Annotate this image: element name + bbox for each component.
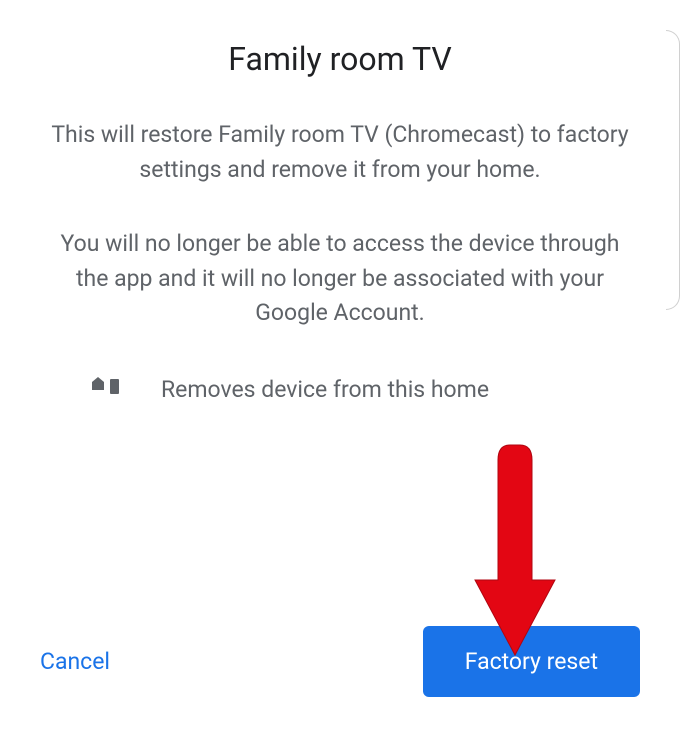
dialog-actions: Cancel Factory reset: [40, 626, 640, 697]
remove-device-row: Removes device from this home: [40, 376, 640, 404]
dialog-description-2: You will no longer be able to access the…: [40, 227, 640, 331]
dialog-title: Family room TV: [40, 40, 640, 78]
adjacent-panel-edge: [666, 30, 680, 310]
cancel-button[interactable]: Cancel: [40, 638, 110, 685]
remove-device-label: Removes device from this home: [161, 376, 489, 403]
home-remove-icon: [90, 376, 126, 404]
factory-reset-button[interactable]: Factory reset: [423, 626, 640, 697]
dialog-description-1: This will restore Family room TV (Chrome…: [40, 118, 640, 187]
factory-reset-dialog: Family room TV This will restore Family …: [0, 0, 680, 732]
